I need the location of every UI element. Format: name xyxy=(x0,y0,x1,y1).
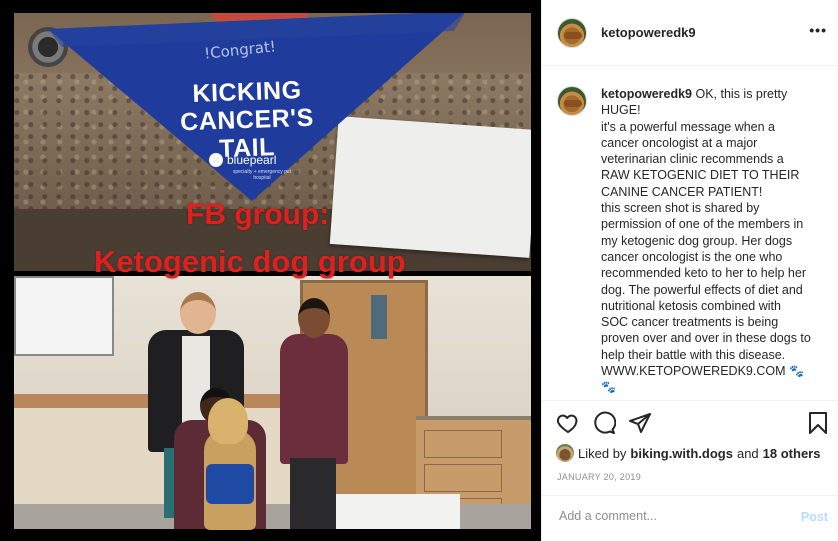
actions-bar: Liked by biking.with.dogs and 18 others … xyxy=(542,400,838,482)
header-username[interactable]: ketopoweredk9 xyxy=(601,25,696,40)
photo-top-panel: !Congrat! KICKING CANCER'S TAIL bluepear… xyxy=(14,13,531,271)
caption-line-4: WWW.KETOPOWEREDK9.COM 🐾 xyxy=(601,363,811,379)
action-icons xyxy=(556,411,827,437)
caption-avatar[interactable] xyxy=(557,86,587,116)
post-sidebar: ketopoweredk9 ••• ketopoweredk9 OK, this… xyxy=(541,0,838,541)
likes-others[interactable]: 18 others xyxy=(763,446,821,461)
share-icon[interactable] xyxy=(628,411,652,435)
caption-line-3: this screen shot is shared by permission… xyxy=(601,201,811,362)
likes-and: and xyxy=(736,445,759,461)
comment-input[interactable] xyxy=(557,508,761,524)
dog xyxy=(204,390,256,530)
post-photo[interactable]: !Congrat! KICKING CANCER'S TAIL bluepear… xyxy=(0,0,541,541)
liker-avatar[interactable] xyxy=(556,444,574,462)
avatar[interactable] xyxy=(557,17,587,48)
caption-line-2: it's a powerful message when a cancer on… xyxy=(601,119,800,199)
post-date[interactable]: JANUARY 20, 2019 xyxy=(557,472,641,482)
likes-user[interactable]: biking.with.dogs xyxy=(630,446,733,461)
caption-username[interactable]: ketopoweredk9 xyxy=(601,87,692,101)
bookmark-icon[interactable] xyxy=(806,411,830,435)
drawer xyxy=(424,464,502,492)
bandana-brand: bluepearl xyxy=(209,153,276,167)
whiteboard xyxy=(14,276,114,356)
more-icon[interactable]: ••• xyxy=(809,22,827,38)
overlay-text-2: Ketogenic dog group xyxy=(94,244,406,279)
add-comment-bar: Post xyxy=(542,495,838,541)
caption-url: WWW.KETOPOWEREDK9.COM xyxy=(601,364,786,379)
post-header: ketopoweredk9 ••• xyxy=(542,0,838,66)
photo-bottom-panel xyxy=(14,276,531,529)
comment-icon[interactable] xyxy=(592,411,616,435)
person-vet-tech xyxy=(280,298,348,529)
heart-icon[interactable] xyxy=(556,411,580,435)
comments-area[interactable]: ketopoweredk9 OK, this is pretty HUGE! i… xyxy=(542,66,838,400)
post-comment-button[interactable]: Post xyxy=(801,510,828,524)
likes-prefix: Liked by xyxy=(578,445,627,461)
paw-prints-icon: 🐾 xyxy=(601,380,616,395)
bandana-brand-name: bluepearl xyxy=(227,153,277,167)
overlay-text-1: FB group: xyxy=(186,198,330,231)
likes-summary: Liked by biking.with.dogs and 18 others xyxy=(556,444,824,462)
bandana-brand-sub: specialty + emergency pet hospital xyxy=(232,169,292,181)
door-window xyxy=(371,295,387,339)
caption-text: ketopoweredk9 OK, this is pretty HUGE! i… xyxy=(601,86,811,396)
instagram-post: !Congrat! KICKING CANCER'S TAIL bluepear… xyxy=(0,0,838,541)
bluepearl-logo-icon xyxy=(209,153,223,167)
caption: ketopoweredk9 OK, this is pretty HUGE! i… xyxy=(557,86,811,396)
paw-prints-icon: 🐾 xyxy=(788,364,804,379)
drawer xyxy=(424,430,502,458)
